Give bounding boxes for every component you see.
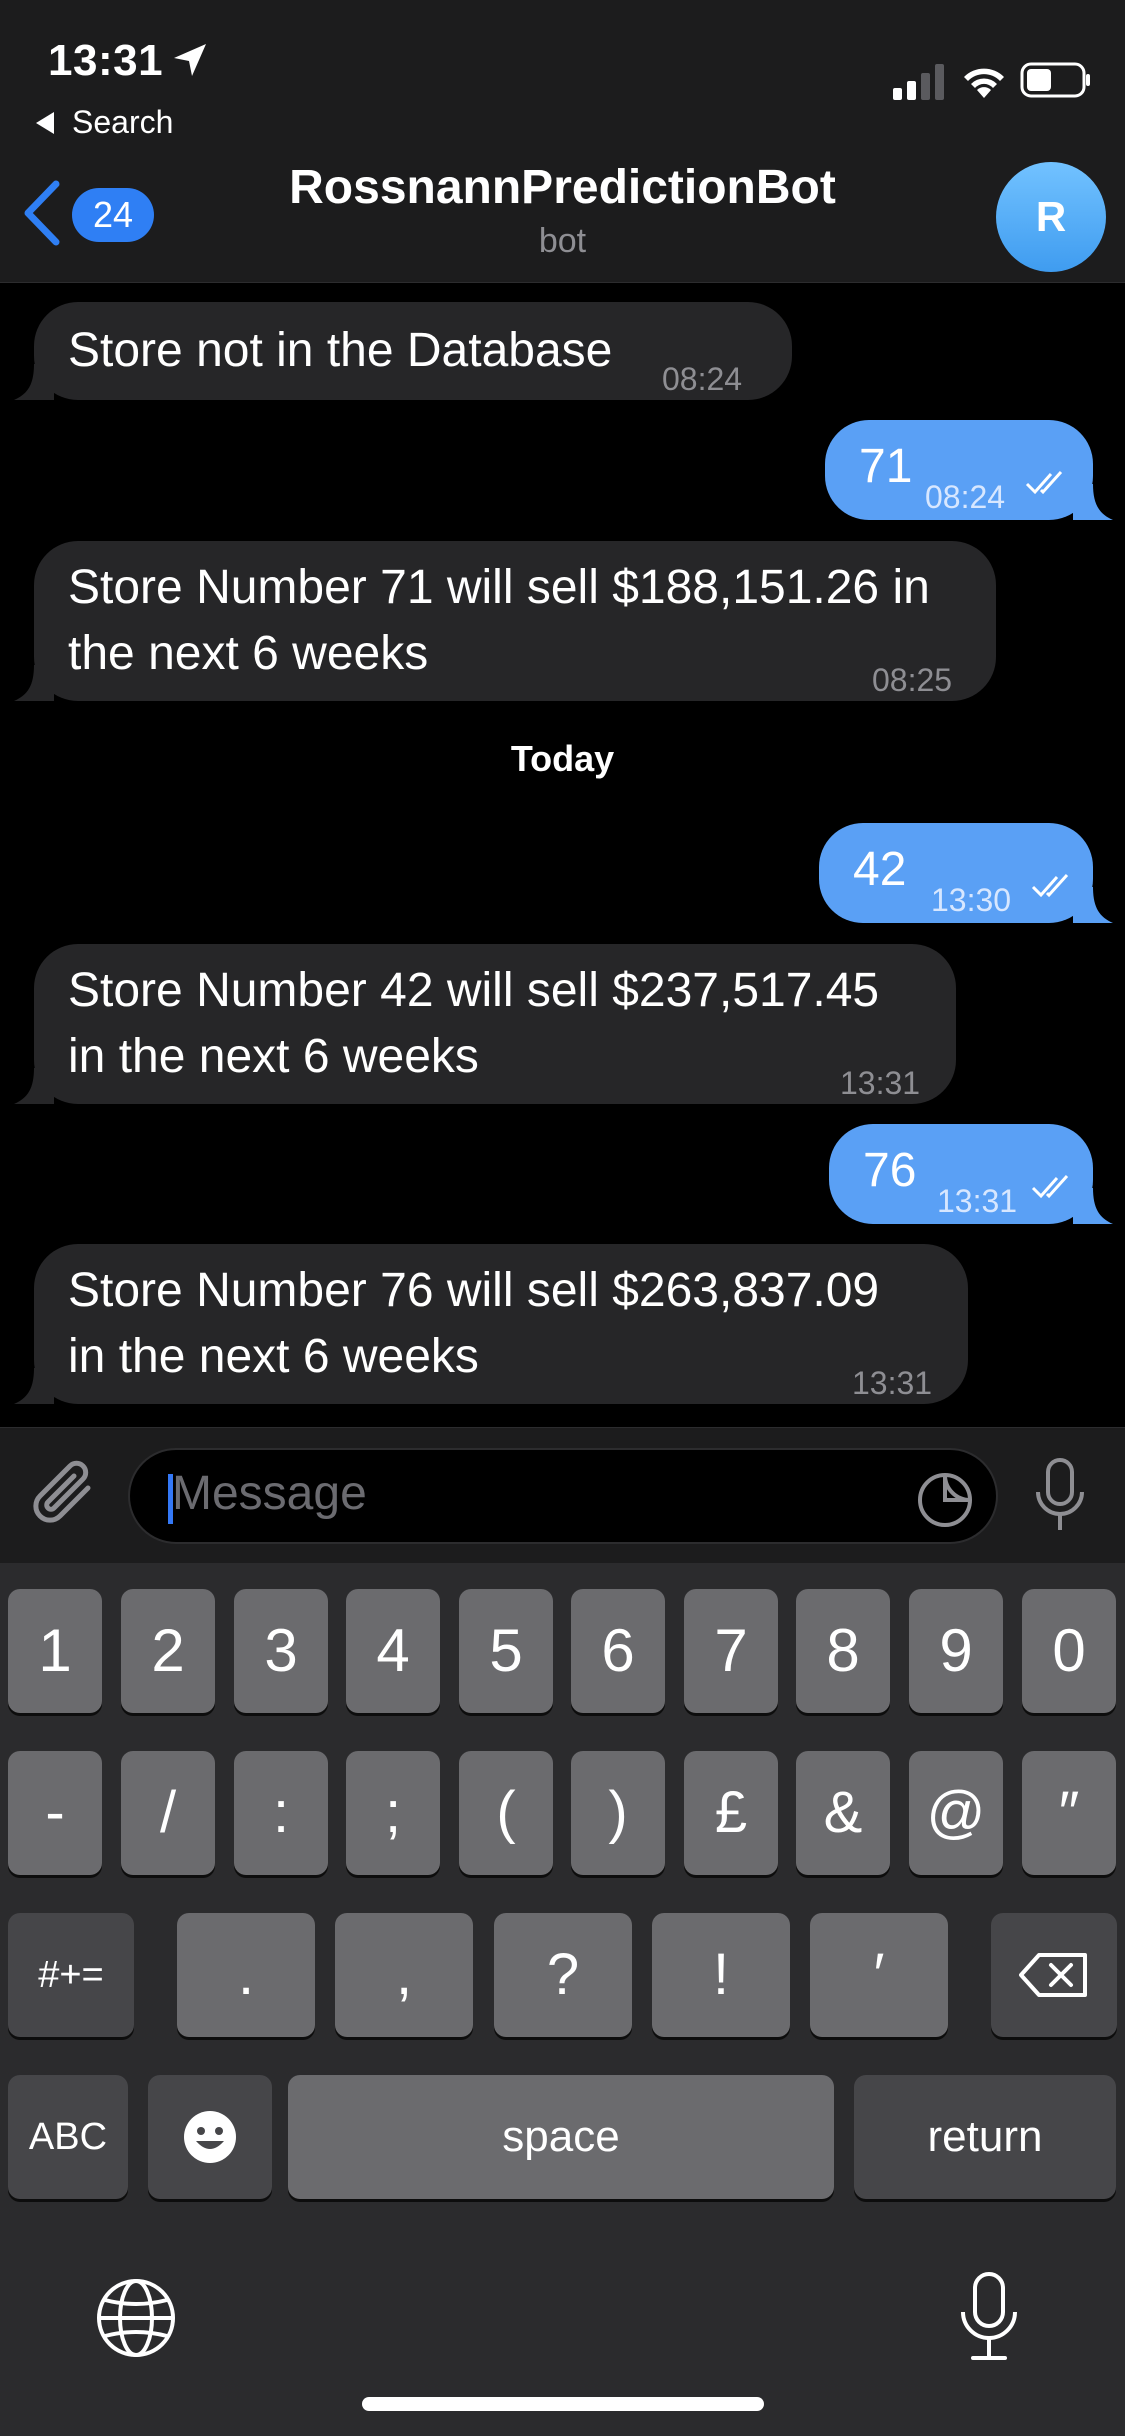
bubble-tail-icon	[1073, 484, 1113, 520]
message-text: 71	[859, 440, 913, 493]
bubble-tail-icon	[14, 364, 54, 400]
key-backspace[interactable]	[991, 1913, 1117, 2037]
message-time: 08:24	[662, 361, 743, 397]
message-placeholder: Message	[172, 1467, 367, 1520]
message-text: Store not in the Database	[68, 324, 613, 377]
key-double-quote[interactable]: ″	[1022, 1751, 1116, 1875]
dictation-microphone-icon[interactable]	[955, 2270, 1023, 2366]
key-period[interactable]: .	[177, 1913, 315, 2037]
message-incoming[interactable]: Store Number 76 will sell $263,837.09 in…	[14, 1244, 968, 1404]
key-symbols-toggle[interactable]: #+=	[8, 1913, 134, 2037]
back-app-label: Search	[72, 104, 174, 140]
message-time: 13:31	[937, 1183, 1018, 1219]
key-question[interactable]: ?	[494, 1913, 632, 2037]
battery-icon	[1020, 62, 1090, 98]
key-9[interactable]: 9	[909, 1589, 1003, 1713]
message-outgoing[interactable]: 42 13:30	[819, 823, 1113, 923]
key-2[interactable]: 2	[121, 1589, 215, 1713]
key-8[interactable]: 8	[796, 1589, 890, 1713]
paperclip-icon[interactable]	[30, 1458, 100, 1534]
key-4[interactable]: 4	[346, 1589, 440, 1713]
read-checkmarks-icon	[1031, 1174, 1069, 1199]
bubble-tail-icon	[1073, 887, 1113, 923]
message-time: 13:31	[852, 1365, 933, 1401]
message-input[interactable]: Message	[128, 1448, 998, 1544]
key-6[interactable]: 6	[571, 1589, 665, 1713]
message-text: 42	[853, 843, 907, 896]
key-abc[interactable]: ABC	[8, 2075, 128, 2199]
message-time: 13:31	[840, 1065, 921, 1101]
key-at[interactable]: @	[909, 1751, 1003, 1875]
sticker-icon[interactable]	[915, 1470, 975, 1530]
key-open-paren[interactable]: (	[459, 1751, 553, 1875]
emoji-icon	[184, 2111, 236, 2163]
key-emoji[interactable]	[148, 2075, 272, 2199]
message-incoming[interactable]: Store Number 42 will sell $237,517.45 in…	[14, 944, 956, 1104]
message-text-line: Store Number 71 will sell $188,151.26 in	[68, 561, 930, 614]
message-text-line: Store Number 76 will sell $263,837.09	[68, 1264, 880, 1317]
message-text-line: the next 6 weeks	[68, 627, 429, 680]
read-checkmarks-icon	[1031, 873, 1069, 898]
bubble-tail-icon	[1073, 1188, 1113, 1224]
message-time: 08:24	[925, 479, 1006, 515]
chat-header: 13:31 Search 24 RossnannPredictionBot bo…	[0, 0, 1125, 283]
message-text-line: in the next 6 weeks	[68, 1330, 479, 1383]
message-incoming[interactable]: Store not in the Database 08:24	[14, 302, 792, 400]
message-time: 08:25	[872, 662, 953, 698]
key-comma[interactable]: ,	[335, 1913, 473, 2037]
key-7[interactable]: 7	[684, 1589, 778, 1713]
back-triangle-icon	[36, 111, 54, 134]
key-return[interactable]: return	[854, 2075, 1116, 2199]
chat-subtitle: bot	[538, 222, 587, 260]
message-text: 76	[863, 1144, 917, 1197]
key-semicolon[interactable]: ;	[346, 1751, 440, 1875]
key-pound[interactable]: £	[684, 1751, 778, 1875]
key-colon[interactable]: :	[234, 1751, 328, 1875]
back-to-search[interactable]: Search	[36, 104, 173, 141]
message-outgoing[interactable]: 76 13:31	[829, 1124, 1113, 1224]
message-time: 13:30	[931, 882, 1012, 918]
message-outgoing[interactable]: 71 08:24	[825, 420, 1113, 520]
key-ampersand[interactable]: &	[796, 1751, 890, 1875]
chat-title[interactable]: RossnannPredictionBot	[0, 160, 1125, 215]
location-arrow-icon	[174, 44, 206, 76]
cellular-signal-icon	[893, 64, 944, 100]
bubble-tail-icon	[14, 665, 54, 701]
key-close-paren[interactable]: )	[571, 1751, 665, 1875]
home-indicator[interactable]	[362, 2397, 764, 2411]
message-text-line: Store Number 42 will sell $237,517.45	[68, 964, 880, 1017]
status-time: 13:31	[48, 36, 164, 85]
message-text-line: in the next 6 weeks	[68, 1030, 479, 1083]
microphone-icon[interactable]	[1030, 1456, 1090, 1536]
key-0[interactable]: 0	[1022, 1589, 1116, 1713]
bubble-tail-icon	[14, 1368, 54, 1404]
key-space[interactable]: space	[288, 2075, 834, 2199]
read-checkmarks-icon	[1025, 470, 1063, 495]
message-incoming[interactable]: Store Number 71 will sell $188,151.26 in…	[14, 541, 996, 701]
key-5[interactable]: 5	[459, 1589, 553, 1713]
key-apostrophe[interactable]: ′	[810, 1913, 948, 2037]
backspace-icon	[1019, 1953, 1087, 1997]
key-hyphen[interactable]: -	[8, 1751, 102, 1875]
wifi-icon	[964, 68, 1004, 98]
globe-icon[interactable]	[96, 2278, 176, 2358]
message-input-bar: Message	[0, 1427, 1125, 1563]
date-separator: Today	[510, 738, 615, 779]
key-3[interactable]: 3	[234, 1589, 328, 1713]
key-exclamation[interactable]: !	[652, 1913, 790, 2037]
bubble-tail-icon	[14, 1068, 54, 1104]
key-slash[interactable]: /	[121, 1751, 215, 1875]
avatar[interactable]: R	[996, 162, 1106, 272]
key-1[interactable]: 1	[8, 1589, 102, 1713]
